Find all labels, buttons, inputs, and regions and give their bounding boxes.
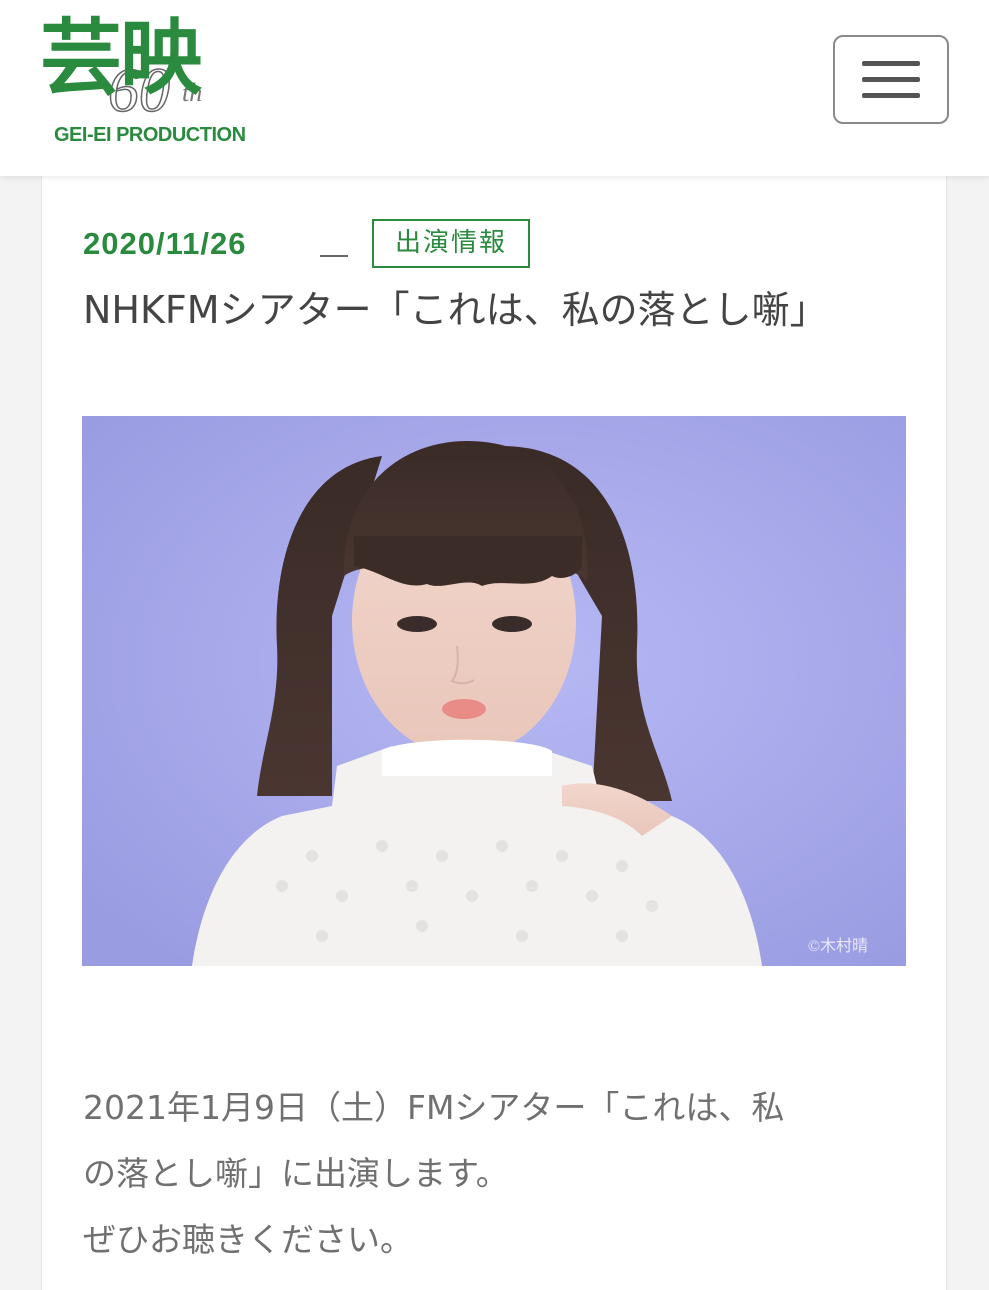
article-body: 2021年1月9日（土）FMシアター「これは、私 の落とし噺」に出演します。 ぜ… <box>83 1075 883 1273</box>
article-body-line: の落とし噺」に出演します。 <box>83 1154 509 1193</box>
category-tag[interactable]: 出演情報 <box>372 219 530 268</box>
menu-button[interactable] <box>833 35 949 124</box>
photo-credit: ©木村晴 <box>807 938 868 955</box>
article-title: NHKFMシアター「これは、私の落とし噺」 <box>83 288 828 332</box>
portrait-illustration <box>82 416 906 966</box>
site-header: 60 th 芸映 GEI-EI PRODUCTION <box>0 0 989 176</box>
article-body-line: ぜひお聴きください。 <box>83 1220 413 1259</box>
article-photo: ©木村晴 <box>82 416 906 966</box>
logo-kanji: 芸映 <box>40 10 202 106</box>
article-date: 2020/11/26 <box>83 226 247 261</box>
date-separator <box>320 255 348 257</box>
site-logo[interactable]: 60 th 芸映 GEI-EI PRODUCTION <box>40 8 280 158</box>
logo-subtitle: GEI-EI PRODUCTION <box>54 124 246 146</box>
article-body-line: 2021年1月9日（土）FMシアター「これは、私 <box>83 1088 785 1127</box>
